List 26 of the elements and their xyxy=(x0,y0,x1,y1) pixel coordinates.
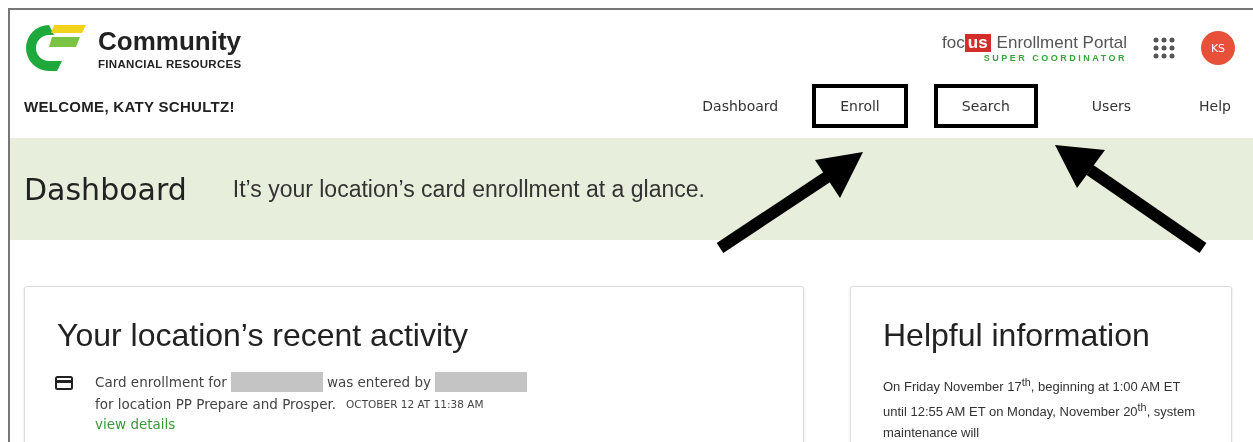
page-title: Dashboard xyxy=(24,171,187,207)
info-text: On Friday November 17$^{th}$, beginning at 1:00 AM ET until 12:55 AM ET on Monday, November 20$^{th}$, system maintenance will xyxy=(883,375,1197,442)
portal-logo-badge: us xyxy=(964,34,991,52)
view-details-link[interactable]: view details xyxy=(95,416,176,432)
activity-text: for location PP Prepare and Prosper. xyxy=(95,395,337,414)
credit-card-icon xyxy=(55,376,73,390)
nav-link[interactable]: Dashboard xyxy=(674,84,787,128)
nav-link[interactable]: Help xyxy=(1185,84,1235,128)
welcome-text: WELCOME, KATY SCHULTZ! xyxy=(24,97,235,115)
card-title: Helpful information xyxy=(883,317,1151,354)
activity-text: Card enrollment for xyxy=(95,373,227,392)
brand-name: Community xyxy=(98,26,242,55)
activity-text: was entered by xyxy=(326,373,431,392)
user-avatar[interactable]: KS xyxy=(1201,31,1235,65)
nav-link[interactable]: Enroll xyxy=(812,84,908,128)
nav-link[interactable]: Search xyxy=(933,84,1038,128)
portal-title: Enrollment Portal xyxy=(996,33,1127,53)
role-label: SUPER COORDINATOR xyxy=(983,53,1127,63)
portal-logo-text: foc xyxy=(942,33,965,53)
page-tagline: It’s your location’s card enrollment at a glance. xyxy=(232,175,705,203)
apps-grid-icon[interactable] xyxy=(1153,37,1175,59)
brand-subtitle: FINANCIAL RESOURCES xyxy=(98,57,242,70)
logo-icon xyxy=(24,23,86,73)
card-title: Your location’s recent activity xyxy=(57,317,469,354)
activity-time: OCTOBER 12 AT 11:38 AM xyxy=(346,397,484,412)
nav-link[interactable]: Users xyxy=(1063,84,1160,128)
